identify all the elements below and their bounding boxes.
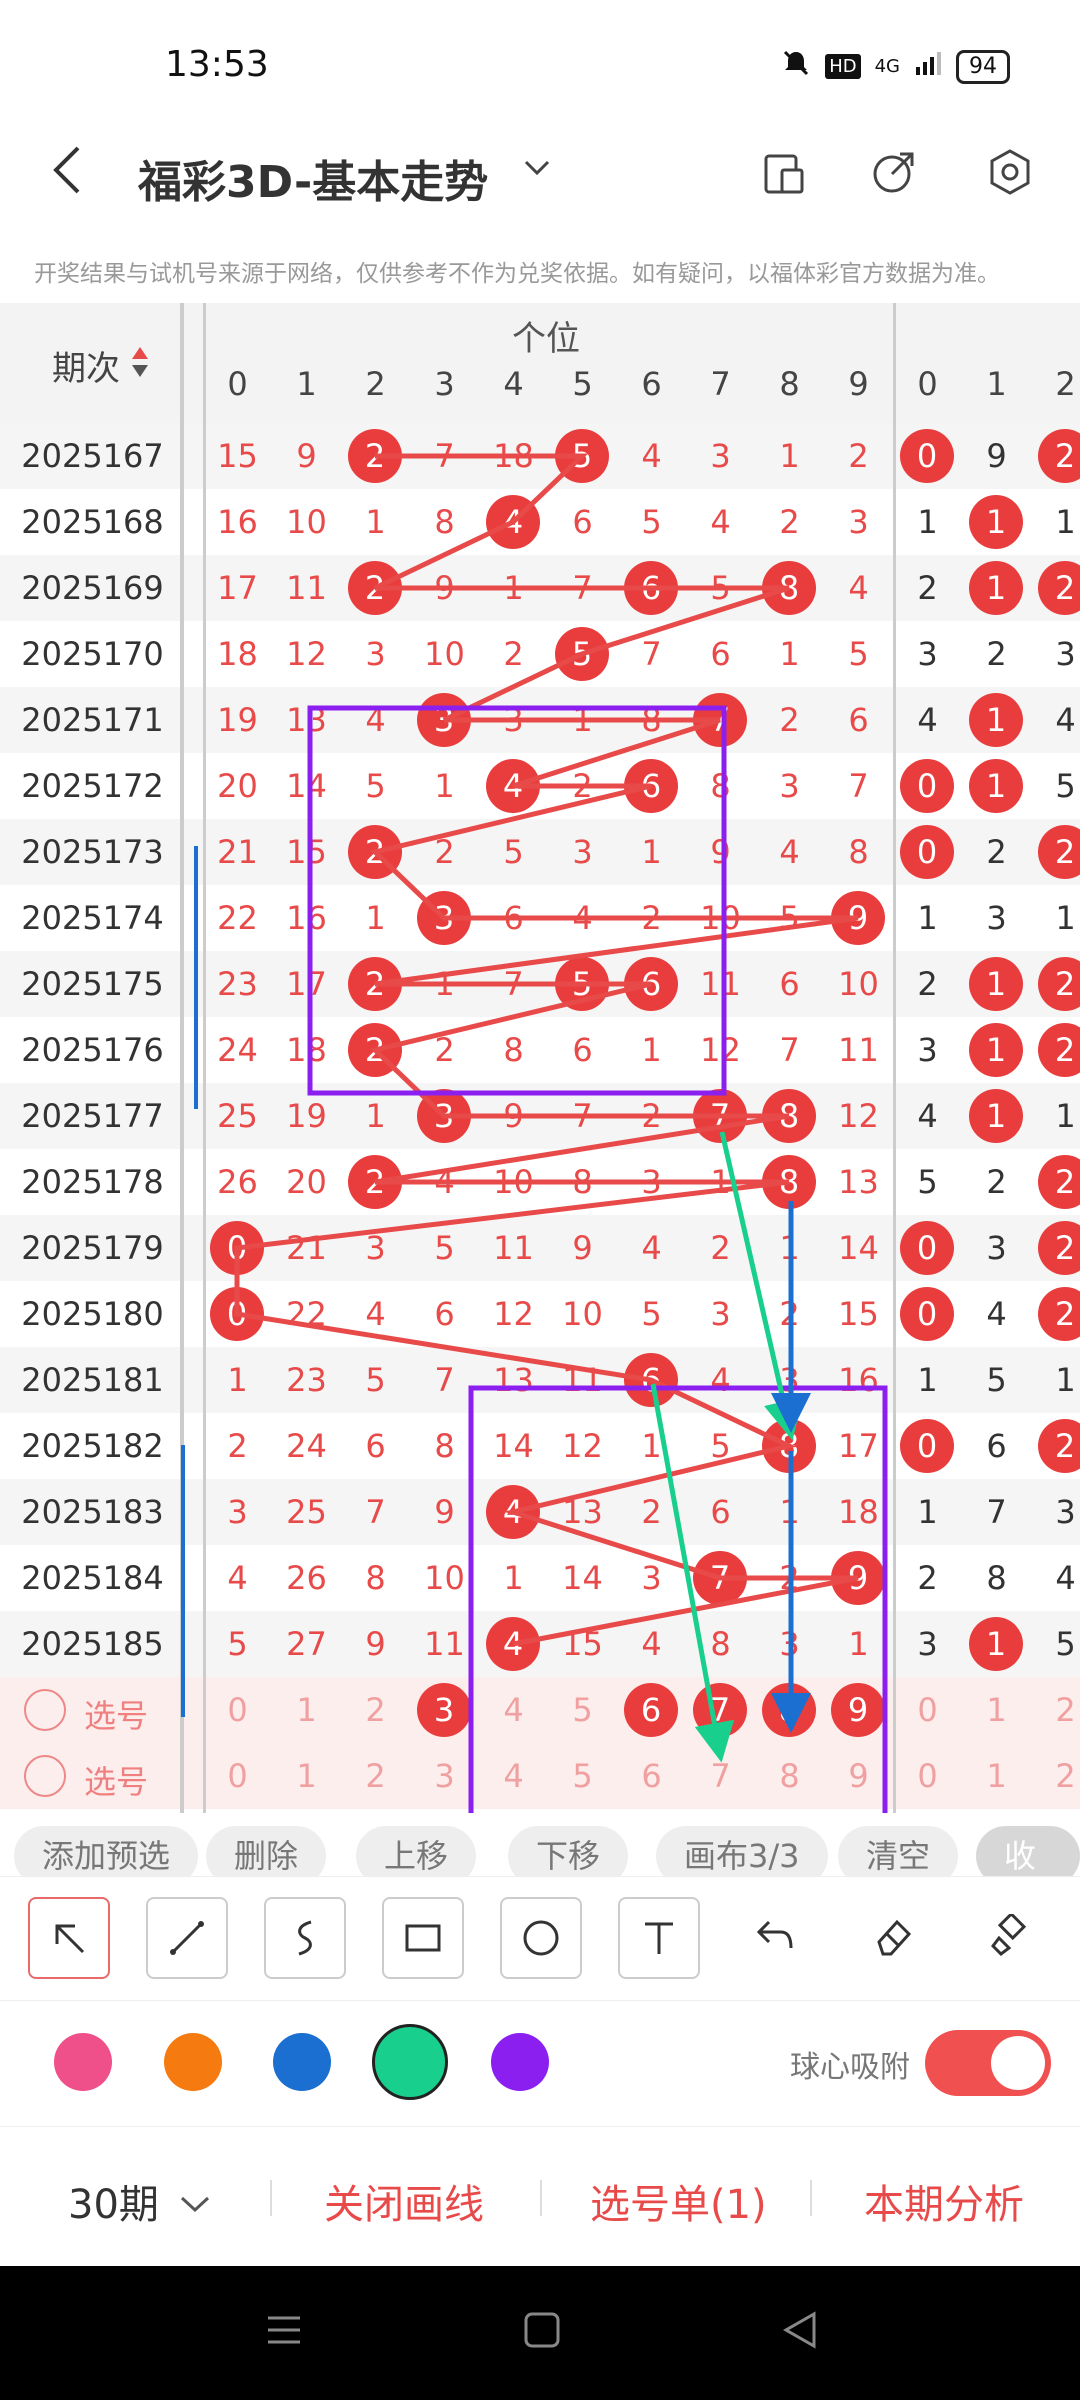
color-purple[interactable] [491,2033,549,2091]
chip-6[interactable]: 收起 [976,1826,1080,1876]
period-label: 30期 [68,2182,159,2228]
share-icon[interactable] [868,146,920,198]
screenshot-icon[interactable] [758,146,810,198]
text-tool[interactable] [618,1897,700,1979]
drawing-overlay[interactable] [0,303,1080,1813]
disclaimer-text: 开奖结果与试机号来源于网络，仅供参考不作为兑奖依据。如有疑问，以福体彩官方数据为… [34,261,1000,287]
select-arrow-tool[interactable] [28,1897,110,1979]
action-chip-row: 添加预选删除上移下移画布3/3清空收起 [0,1820,1080,1876]
undo-icon[interactable] [736,1897,814,1975]
rectangle-tool[interactable] [382,1897,464,1979]
status-icons: HD 4G 94 [781,48,1010,85]
battery-indicator: 94 [956,49,1010,84]
drawn-rectangle [468,1385,888,1813]
curve-tool[interactable] [264,1897,346,1979]
snap-to-center-label: 球心吸附 [790,2050,910,2085]
line-tool[interactable] [146,1897,228,1979]
page-title[interactable]: 福彩3D-基本走势 [138,146,488,210]
mute-icon [781,48,811,85]
eraser-icon[interactable] [854,1897,932,1975]
chip-2[interactable]: 上移 [356,1826,477,1876]
divider [540,2180,542,2216]
drawn-arrow [650,1383,735,1763]
color-green-selected[interactable] [372,2024,448,2100]
divider [270,2180,272,2216]
network-label: 4G [874,56,900,77]
status-time: 13:53 [165,44,269,85]
color-orange[interactable] [164,2033,222,2091]
hd-icon: HD [825,54,861,79]
back-button[interactable] [48,140,88,209]
chip-1[interactable]: 删除 [206,1826,327,1876]
status-bar: 13:53 HD 4G 94 [0,0,1080,130]
chip-0[interactable]: 添加预选 [14,1826,199,1876]
period-selector[interactable]: 30期 [68,2172,212,2230]
drawn-arrow [719,1131,804,1441]
trend-line [234,453,859,1647]
drawing-toolbar [0,1876,1080,1997]
clear-brush-icon[interactable] [972,1897,1050,1975]
color-pink[interactable] [54,2033,112,2091]
close-draw-button[interactable]: 关闭画线 [324,2172,484,2230]
circle-tool[interactable] [500,1897,582,1979]
divider [810,2180,812,2216]
analysis-button[interactable]: 本期分析 [864,2172,1024,2230]
chip-5[interactable]: 清空 [838,1826,959,1876]
menu-nav-icon[interactable] [264,2310,304,2354]
color-blue[interactable] [273,2033,331,2091]
settings-icon[interactable] [984,146,1036,198]
drawn-rectangle [307,705,727,1096]
chip-4[interactable]: 画布3/3 [656,1826,828,1876]
toggle-knob [991,2036,1045,2090]
signal-icon [914,49,942,84]
home-nav-icon[interactable] [522,2310,562,2354]
chevron-down-icon[interactable] [520,150,554,193]
back-nav-icon[interactable] [780,2310,820,2354]
pick-list-button[interactable]: 选号单(1) [590,2172,767,2230]
chip-3[interactable]: 下移 [508,1826,629,1876]
snap-toggle[interactable] [925,2030,1051,2096]
system-nav-bar [0,2266,1080,2400]
trend-table: 期次 个位 0123456789012 2025167 15 9 2 7 18 5 4 3 1 2 0… [0,303,1080,1813]
